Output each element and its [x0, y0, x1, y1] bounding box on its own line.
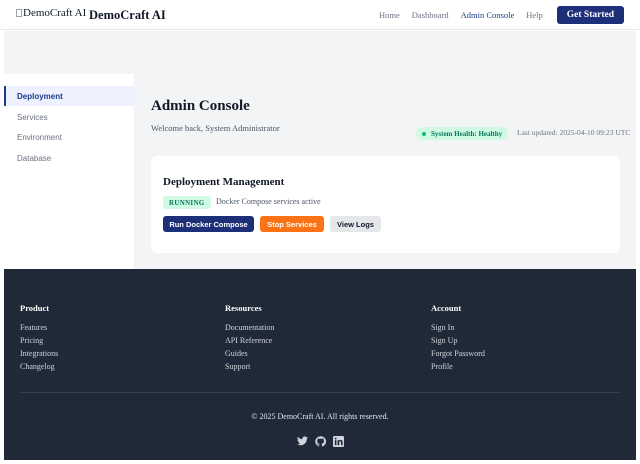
footer-resources-column: Resources Documentation API Reference Gu… — [225, 303, 274, 373]
nav-dashboard[interactable]: Dashboard — [412, 10, 449, 20]
footer-link-integrations[interactable]: Integrations — [20, 347, 58, 360]
status-badge: RUNNING — [163, 196, 211, 209]
copyright: © 2025 DemoCraft AI. All rights reserved… — [251, 412, 389, 421]
status-dot-icon — [422, 131, 426, 136]
view-logs-button[interactable]: View Logs — [330, 216, 381, 232]
footer-product-column: Product Features Pricing Integrations Ch… — [20, 303, 58, 373]
twitter-icon[interactable] — [296, 435, 308, 447]
sidebar-item-services[interactable]: Services — [4, 107, 134, 127]
stop-services-button[interactable]: Stop Services — [260, 216, 324, 232]
linkedin-icon[interactable] — [332, 435, 344, 447]
footer-link-forgot-password[interactable]: Forgot Password — [431, 347, 485, 360]
footer-link-features[interactable]: Features — [20, 321, 58, 334]
footer-link-pricing[interactable]: Pricing — [20, 334, 58, 347]
footer-link-support[interactable]: Support — [225, 360, 274, 373]
status-description: Docker Compose services active — [216, 197, 321, 206]
footer-account-column: Account Sign In Sign Up Forgot Password … — [431, 303, 485, 373]
get-started-button[interactable]: Get Started — [556, 6, 624, 24]
footer-link-api-reference[interactable]: API Reference — [225, 334, 274, 347]
nav-home[interactable]: Home — [379, 10, 400, 20]
sidebar: Deployment Services Environment Database — [4, 74, 134, 269]
last-updated: Last updated: 2025-04-10 09:23 UTC — [517, 128, 631, 137]
footer-link-sign-in[interactable]: Sign In — [431, 321, 485, 334]
social-links — [296, 435, 350, 447]
sidebar-item-database[interactable]: Database — [4, 148, 134, 168]
nav-admin-console[interactable]: Admin Console — [461, 10, 515, 20]
system-health-badge: System Health: Healthy — [416, 127, 509, 140]
brand-name[interactable]: DemoCraft AI — [89, 8, 166, 23]
footer-divider — [20, 392, 620, 393]
footer-link-documentation[interactable]: Documentation — [225, 321, 274, 334]
footer-link-profile[interactable]: Profile — [431, 360, 485, 373]
nav-help[interactable]: Help — [526, 10, 543, 20]
footer: Product Features Pricing Integrations Ch… — [4, 269, 636, 460]
run-docker-compose-button[interactable]: Run Docker Compose — [163, 216, 254, 232]
footer-heading-product: Product — [20, 303, 50, 313]
page-body: Deployment Services Environment Database… — [4, 31, 636, 269]
deployment-card: Deployment Management RUNNING Docker Com… — [151, 156, 620, 253]
footer-link-changelog[interactable]: Changelog — [20, 360, 58, 373]
sidebar-item-environment[interactable]: Environment — [4, 127, 134, 147]
footer-link-guides[interactable]: Guides — [225, 347, 274, 360]
main-nav: Home Dashboard Admin Console Help Get St… — [367, 6, 624, 24]
system-health-text: System Health: Healthy — [431, 129, 503, 138]
broken-image-icon — [16, 9, 22, 17]
footer-heading-account: Account — [431, 303, 462, 313]
sidebar-item-deployment[interactable]: Deployment — [4, 86, 134, 106]
page-title: Admin Console — [151, 98, 250, 114]
welcome-message: Welcome back, System Administrator — [151, 123, 280, 133]
top-header: DemoCraft AI DemoCraft AI Home Dashboard… — [0, 0, 640, 30]
logo-image[interactable]: DemoCraft AI — [16, 7, 86, 19]
logo-alt-text: DemoCraft AI — [23, 7, 87, 19]
footer-heading-resources: Resources — [225, 303, 262, 313]
card-title: Deployment Management — [163, 176, 285, 188]
github-icon[interactable] — [314, 435, 326, 447]
footer-link-sign-up[interactable]: Sign Up — [431, 334, 485, 347]
